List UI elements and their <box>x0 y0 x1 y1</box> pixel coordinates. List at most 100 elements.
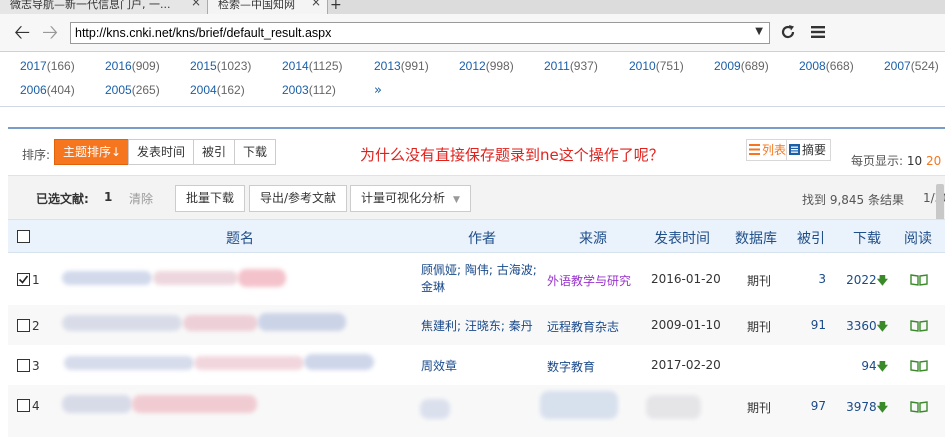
row-number: 3 <box>32 359 40 373</box>
list-icon <box>749 144 760 155</box>
year-link[interactable]: 2015(1023) <box>190 59 251 73</box>
row-authors[interactable]: 周效章 <box>421 358 457 375</box>
col-date[interactable]: 发表时间 <box>654 228 710 248</box>
year-link[interactable]: 2010(751) <box>629 59 684 73</box>
row-database: 期刊 <box>747 320 772 334</box>
address-bar[interactable]: http://kns.cnki.net/kns/brief/default_re… <box>70 22 770 44</box>
col-cited[interactable]: 被引 <box>797 228 825 248</box>
section-divider <box>0 106 945 128</box>
col-title[interactable]: 题名 <box>226 228 254 248</box>
col-source[interactable]: 来源 <box>579 228 607 248</box>
redacted-title <box>62 271 152 285</box>
redacted-date <box>646 395 701 419</box>
redacted-source <box>540 391 618 419</box>
browser-tab-weizhi[interactable]: 微志导航—新一代信息门户, 一... × <box>0 0 208 14</box>
row-cited[interactable]: 91 <box>786 318 826 332</box>
tab-label: 微志导航—新一代信息门户, 一... <box>10 0 171 11</box>
redacted-title <box>132 395 257 413</box>
download-count: 3360 <box>846 319 877 333</box>
year-link[interactable]: 2009(689) <box>714 59 769 73</box>
row-downloads[interactable]: 94🡇 <box>832 358 888 377</box>
row-checkbox[interactable] <box>17 399 30 412</box>
forward-arrow-icon[interactable]: 🡢 <box>42 22 58 42</box>
row-authors[interactable]: 顾佩娅; 陶伟; 古海波; 金琳 <box>421 262 537 296</box>
download-count: 3978 <box>846 400 877 414</box>
row-checkbox[interactable] <box>17 359 30 372</box>
menu-icon[interactable] <box>811 26 825 38</box>
row-number: 1 <box>32 273 40 287</box>
browser-tab-cnki[interactable]: 检索—中国知网 × <box>208 0 328 14</box>
year-link[interactable]: 2008(668) <box>799 59 854 73</box>
col-read[interactable]: 阅读 <box>904 228 932 248</box>
reload-icon[interactable] <box>780 24 796 40</box>
tab-label: 检索—中国知网 <box>218 0 295 11</box>
row-source[interactable]: 外语教学与研究 <box>547 272 631 289</box>
export-button[interactable]: 导出/参考文献 <box>249 185 348 212</box>
redacted-author <box>420 399 450 419</box>
visualize-button[interactable]: 计量可视化分析 ▼ <box>350 185 471 212</box>
year-link[interactable]: 2003(112) <box>282 83 336 97</box>
clear-link[interactable]: 清除 <box>129 190 153 207</box>
select-all-checkbox[interactable] <box>17 230 30 243</box>
book-icon[interactable] <box>910 360 928 372</box>
row-source[interactable]: 数字教育 <box>547 358 595 375</box>
download-icon: 🡇 <box>876 320 888 333</box>
book-icon[interactable] <box>910 401 928 413</box>
table-row: 1 顾佩娅; 陶伟; 古海波; 金琳 外语教学与研究 2016-01-20 期刊… <box>8 253 945 305</box>
row-downloads[interactable]: 3978🡇 <box>832 399 888 418</box>
download-count: 2022 <box>846 273 877 287</box>
close-tab-icon[interactable]: × <box>191 0 201 8</box>
year-link[interactable]: 2005(265) <box>105 83 160 97</box>
year-link[interactable]: 2012(998) <box>459 59 514 73</box>
book-icon[interactable] <box>910 320 928 332</box>
checkmark-icon <box>18 275 29 284</box>
back-arrow-icon[interactable]: 🡠 <box>14 22 30 42</box>
sort-download-button[interactable]: 下载 <box>234 139 277 165</box>
row-date: 2017-02-20 <box>651 358 721 372</box>
close-tab-icon[interactable]: × <box>311 0 321 8</box>
row-cited[interactable]: 3 <box>786 272 826 286</box>
row-cited[interactable]: 97 <box>786 399 826 413</box>
book-icon[interactable] <box>910 274 928 286</box>
redacted-title <box>64 356 194 370</box>
year-link[interactable]: 2006(404) <box>20 83 75 97</box>
new-tab-button[interactable]: + <box>330 0 342 13</box>
table-row: 2 焦建利; 汪晓东; 秦丹 远程教育杂志 2009-01-10 期刊 91 3… <box>8 305 945 345</box>
col-author[interactable]: 作者 <box>468 228 496 248</box>
per-page-10[interactable]: 10 <box>907 154 922 168</box>
year-link[interactable]: 2007(524) <box>884 59 939 73</box>
sort-label: 排序: <box>22 148 51 162</box>
sort-cited-button[interactable]: 被引 <box>193 139 236 165</box>
row-downloads[interactable]: 3360🡇 <box>832 318 888 337</box>
redacted-title <box>304 354 374 370</box>
authors-line-2: 金琳 <box>421 280 446 294</box>
per-page-label: 每页显示: <box>851 154 904 168</box>
year-link[interactable]: 2017(166) <box>20 59 75 73</box>
per-page: 每页显示: 10 20 <box>851 152 941 169</box>
download-icon: 🡇 <box>876 401 888 414</box>
per-page-20[interactable]: 20 <box>926 154 941 168</box>
redacted-title <box>153 271 238 285</box>
year-link[interactable]: 2016(909) <box>105 59 160 73</box>
row-authors[interactable]: 焦建利; 汪晓东; 秦丹 <box>421 318 533 335</box>
year-link[interactable]: 2014(1125) <box>282 59 343 73</box>
batch-download-button[interactable]: 批量下载 <box>175 185 246 212</box>
col-database[interactable]: 数据库 <box>735 228 777 248</box>
row-checkbox[interactable] <box>17 319 30 332</box>
question-annotation: 为什么没有直接保存题录到ne这个操作了呢？ <box>360 146 664 164</box>
list-view-button[interactable]: 列表 <box>746 139 792 161</box>
sort-date-button[interactable]: 发表时间 <box>128 139 195 165</box>
row-downloads[interactable]: 2022🡇 <box>832 272 888 291</box>
col-downloads[interactable]: 下载 <box>853 228 881 248</box>
year-link[interactable]: 2011(937) <box>544 59 598 73</box>
row-source[interactable]: 远程教育杂志 <box>547 318 619 335</box>
row-checkbox[interactable] <box>17 273 30 286</box>
chevron-down-icon[interactable]: ▼ <box>755 26 763 37</box>
sort-topic-button[interactable]: 主题排序↓ <box>54 139 131 165</box>
more-years-link[interactable]: » <box>374 83 382 98</box>
year-link[interactable]: 2013(991) <box>374 59 429 73</box>
table-row: 3 周效章 数字教育 2017-02-20 94🡇 <box>8 345 945 385</box>
download-icon: 🡇 <box>876 360 888 373</box>
year-link[interactable]: 2004(162) <box>190 83 245 97</box>
abstract-view-button[interactable]: 摘要 <box>786 139 832 161</box>
